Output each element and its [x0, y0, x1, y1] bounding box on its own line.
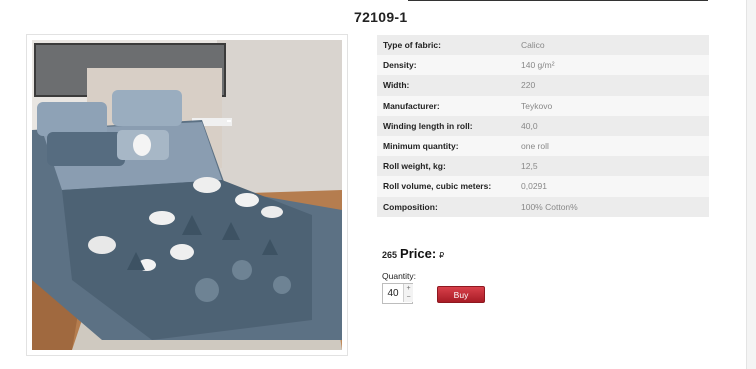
product-title: 72109-1 [354, 9, 408, 25]
table-row: Roll weight, kg: 12,5 [377, 156, 709, 177]
buy-button[interactable]: Buy [437, 286, 485, 303]
spec-value: 220 [515, 75, 709, 96]
table-row: Winding length in roll: 40,0 [377, 115, 709, 136]
product-image-frame [26, 34, 348, 356]
spec-value: Teykovo [515, 95, 709, 116]
specifications-table: Type of fabric: Calico Density: 140 g/m² W… [377, 35, 709, 217]
top-divider [408, 0, 708, 1]
spec-key: Width: [377, 75, 515, 96]
spec-value: 100% Cotton% [515, 196, 709, 217]
scrollbar-track[interactable] [746, 0, 756, 369]
table-row: Type of fabric: Calico [377, 35, 709, 56]
price: 265 Price: ₽ [382, 246, 444, 261]
quantity-label: Quantity: [382, 271, 417, 281]
table-row: Manufacturer: Teykovo [377, 95, 709, 116]
spec-value: 40,0 [515, 115, 709, 136]
price-amount: 265 [382, 250, 398, 260]
spec-key: Minimum quantity: [377, 135, 515, 157]
spec-key: Manufacturer: [377, 95, 515, 116]
table-row: Composition: 100% Cotton% [377, 196, 709, 217]
spec-key: Roll volume, cubic meters: [377, 176, 515, 197]
spec-value: 12,5 [515, 156, 709, 177]
spec-key: Composition: [377, 196, 515, 217]
price-label: Price: [400, 246, 437, 261]
spec-key: Density: [377, 55, 515, 76]
currency-symbol: ₽ [439, 251, 445, 260]
product-image[interactable] [32, 40, 342, 350]
spec-value: 0,0291 [515, 176, 709, 197]
spec-value: Calico [515, 35, 709, 56]
spec-key: Roll weight, kg: [377, 156, 515, 177]
quantity-stepper: + − [382, 283, 413, 304]
spec-key: Type of fabric: [377, 35, 515, 56]
table-row: Minimum quantity: one roll [377, 135, 709, 157]
spec-value: 140 g/m² [515, 55, 709, 76]
quantity-input[interactable] [383, 284, 403, 303]
decrement-icon[interactable]: − [403, 293, 413, 302]
spec-value: one roll [515, 135, 709, 157]
table-row: Width: 220 [377, 75, 709, 96]
table-row: Density: 140 g/m² [377, 55, 709, 76]
table-row: Roll volume, cubic meters: 0,0291 [377, 176, 709, 197]
spec-key: Winding length in roll: [377, 115, 515, 136]
